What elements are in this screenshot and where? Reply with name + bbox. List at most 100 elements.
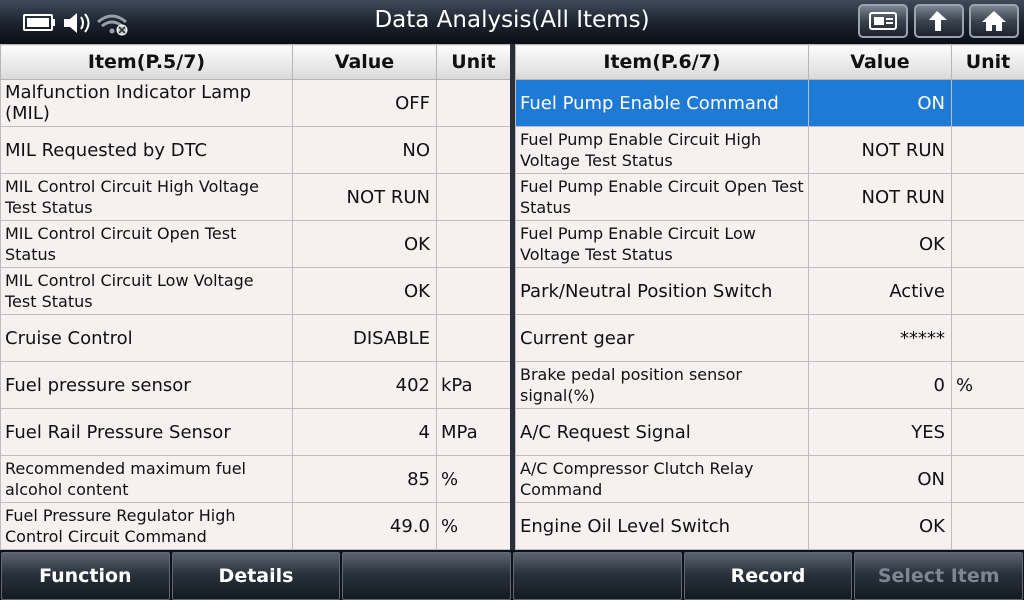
empty-button-2[interactable] xyxy=(513,552,682,600)
item-unit xyxy=(951,220,1024,268)
item-unit: % xyxy=(436,502,511,550)
item-name: Malfunction Indicator Lamp (MIL) xyxy=(0,79,293,127)
item-unit: kPa xyxy=(436,361,511,409)
table-row[interactable]: A/C Compressor Clutch Relay Command ON xyxy=(515,455,1024,503)
column-header-item[interactable]: Item(P.5/7) xyxy=(0,44,293,80)
item-unit xyxy=(436,220,511,268)
table-row[interactable]: Engine Oil Level Switch OK xyxy=(515,502,1024,550)
table-row-selected[interactable]: Fuel Pump Enable Command ON xyxy=(515,79,1024,127)
table-row[interactable]: A/C Request Signal YES xyxy=(515,408,1024,456)
table-row[interactable]: Fuel Pump Enable Circuit Low Voltage Tes… xyxy=(515,220,1024,268)
item-name: Fuel Pressure Regulator High Control Cir… xyxy=(0,502,293,550)
table-row[interactable]: MIL Control Circuit Low Voltage Test Sta… xyxy=(0,267,511,315)
item-name: Fuel Pump Enable Command xyxy=(515,79,809,127)
item-name: Fuel Rail Pressure Sensor xyxy=(0,408,293,456)
item-unit xyxy=(436,79,511,127)
item-unit xyxy=(436,173,511,221)
table-header: Item(P.5/7) Value Unit xyxy=(0,44,511,80)
item-value: NOT RUN xyxy=(808,173,952,221)
item-value: OFF xyxy=(292,79,437,127)
item-unit xyxy=(951,267,1024,315)
title-bar: Data Analysis(All Items) xyxy=(0,0,1024,45)
item-value: NOT RUN xyxy=(808,126,952,174)
item-value: ***** xyxy=(808,314,952,362)
empty-button-1[interactable] xyxy=(342,552,512,600)
item-value: ON xyxy=(808,79,952,127)
table-row[interactable]: MIL Control Circuit High Voltage Test St… xyxy=(0,173,511,221)
item-unit xyxy=(436,267,511,315)
table-row[interactable]: Park/Neutral Position Switch Active xyxy=(515,267,1024,315)
item-value: ON xyxy=(808,455,952,503)
item-value: 4 xyxy=(292,408,437,456)
table-row[interactable]: Fuel Pump Enable Circuit High Voltage Te… xyxy=(515,126,1024,174)
table-row[interactable]: MIL Requested by DTC NO xyxy=(0,126,511,174)
table-row[interactable]: Current gear ***** xyxy=(515,314,1024,362)
left-data-panel: Item(P.5/7) Value Unit Malfunction Indic… xyxy=(0,44,511,550)
table-row[interactable]: Fuel Pump Enable Circuit Open Test Statu… xyxy=(515,173,1024,221)
item-name: MIL Requested by DTC xyxy=(0,126,293,174)
item-name: Park/Neutral Position Switch xyxy=(515,267,809,315)
details-button[interactable]: Details xyxy=(171,552,341,600)
select-item-button[interactable]: Select Item xyxy=(854,552,1024,600)
screenshot-icon xyxy=(869,12,897,30)
table-row[interactable]: Malfunction Indicator Lamp (MIL) OFF xyxy=(0,79,511,127)
function-button[interactable]: Function xyxy=(1,552,170,600)
item-name: Engine Oil Level Switch xyxy=(515,502,809,550)
item-name: A/C Compressor Clutch Relay Command xyxy=(515,455,809,503)
item-value: OK xyxy=(292,220,437,268)
table-row[interactable]: MIL Control Circuit Open Test Status OK xyxy=(0,220,511,268)
item-name: Fuel Pump Enable Circuit Low Voltage Tes… xyxy=(515,220,809,268)
item-name: Brake pedal position sensor signal(%) xyxy=(515,361,809,409)
right-data-panel: Item(P.6/7) Value Unit Fuel Pump Enable … xyxy=(515,44,1024,550)
bottom-toolbar: Function Details Record Select Item xyxy=(0,550,1024,600)
table-row[interactable]: Fuel Rail Pressure Sensor 4 MPa xyxy=(0,408,511,456)
item-value: YES xyxy=(808,408,952,456)
item-name: A/C Request Signal xyxy=(515,408,809,456)
item-value: 85 xyxy=(292,455,437,503)
item-value: NO xyxy=(292,126,437,174)
table-row[interactable]: Recommended maximum fuel alcohol content… xyxy=(0,455,511,503)
item-unit xyxy=(951,79,1024,127)
item-value: OK xyxy=(292,267,437,315)
item-value: OK xyxy=(808,220,952,268)
column-header-item[interactable]: Item(P.6/7) xyxy=(515,44,809,80)
column-header-value[interactable]: Value xyxy=(808,44,952,80)
item-unit xyxy=(951,314,1024,362)
screenshot-button[interactable] xyxy=(858,4,908,38)
record-button[interactable]: Record xyxy=(683,552,853,600)
item-name: MIL Control Circuit Low Voltage Test Sta… xyxy=(0,267,293,315)
back-icon xyxy=(929,11,947,31)
item-name: Fuel pressure sensor xyxy=(0,361,293,409)
item-unit: % xyxy=(951,361,1024,409)
item-name: MIL Control Circuit High Voltage Test St… xyxy=(0,173,293,221)
home-button[interactable] xyxy=(969,4,1019,38)
column-header-unit[interactable]: Unit xyxy=(436,44,511,80)
left-data-table: Item(P.5/7) Value Unit Malfunction Indic… xyxy=(0,44,511,550)
item-name: MIL Control Circuit Open Test Status xyxy=(0,220,293,268)
item-value: 49.0 xyxy=(292,502,437,550)
item-value: DISABLE xyxy=(292,314,437,362)
table-row[interactable]: Fuel Pressure Regulator High Control Cir… xyxy=(0,502,511,550)
item-unit xyxy=(951,173,1024,221)
table-row[interactable]: Cruise Control DISABLE xyxy=(0,314,511,362)
item-unit: MPa xyxy=(436,408,511,456)
item-unit xyxy=(951,408,1024,456)
item-name: Current gear xyxy=(515,314,809,362)
item-value: 402 xyxy=(292,361,437,409)
item-unit: % xyxy=(436,455,511,503)
home-icon xyxy=(982,11,1006,31)
column-header-value[interactable]: Value xyxy=(292,44,437,80)
item-value: Active xyxy=(808,267,952,315)
item-value: 0 xyxy=(808,361,952,409)
item-value: NOT RUN xyxy=(292,173,437,221)
item-name: Recommended maximum fuel alcohol content xyxy=(0,455,293,503)
item-unit xyxy=(951,455,1024,503)
table-row[interactable]: Brake pedal position sensor signal(%) 0% xyxy=(515,361,1024,409)
table-row[interactable]: Fuel pressure sensor 402 kPa xyxy=(0,361,511,409)
item-name: Fuel Pump Enable Circuit Open Test Statu… xyxy=(515,173,809,221)
column-header-unit[interactable]: Unit xyxy=(951,44,1024,80)
item-value: OK xyxy=(808,502,952,550)
back-button[interactable] xyxy=(914,4,964,38)
item-unit xyxy=(951,502,1024,550)
item-name: Cruise Control xyxy=(0,314,293,362)
